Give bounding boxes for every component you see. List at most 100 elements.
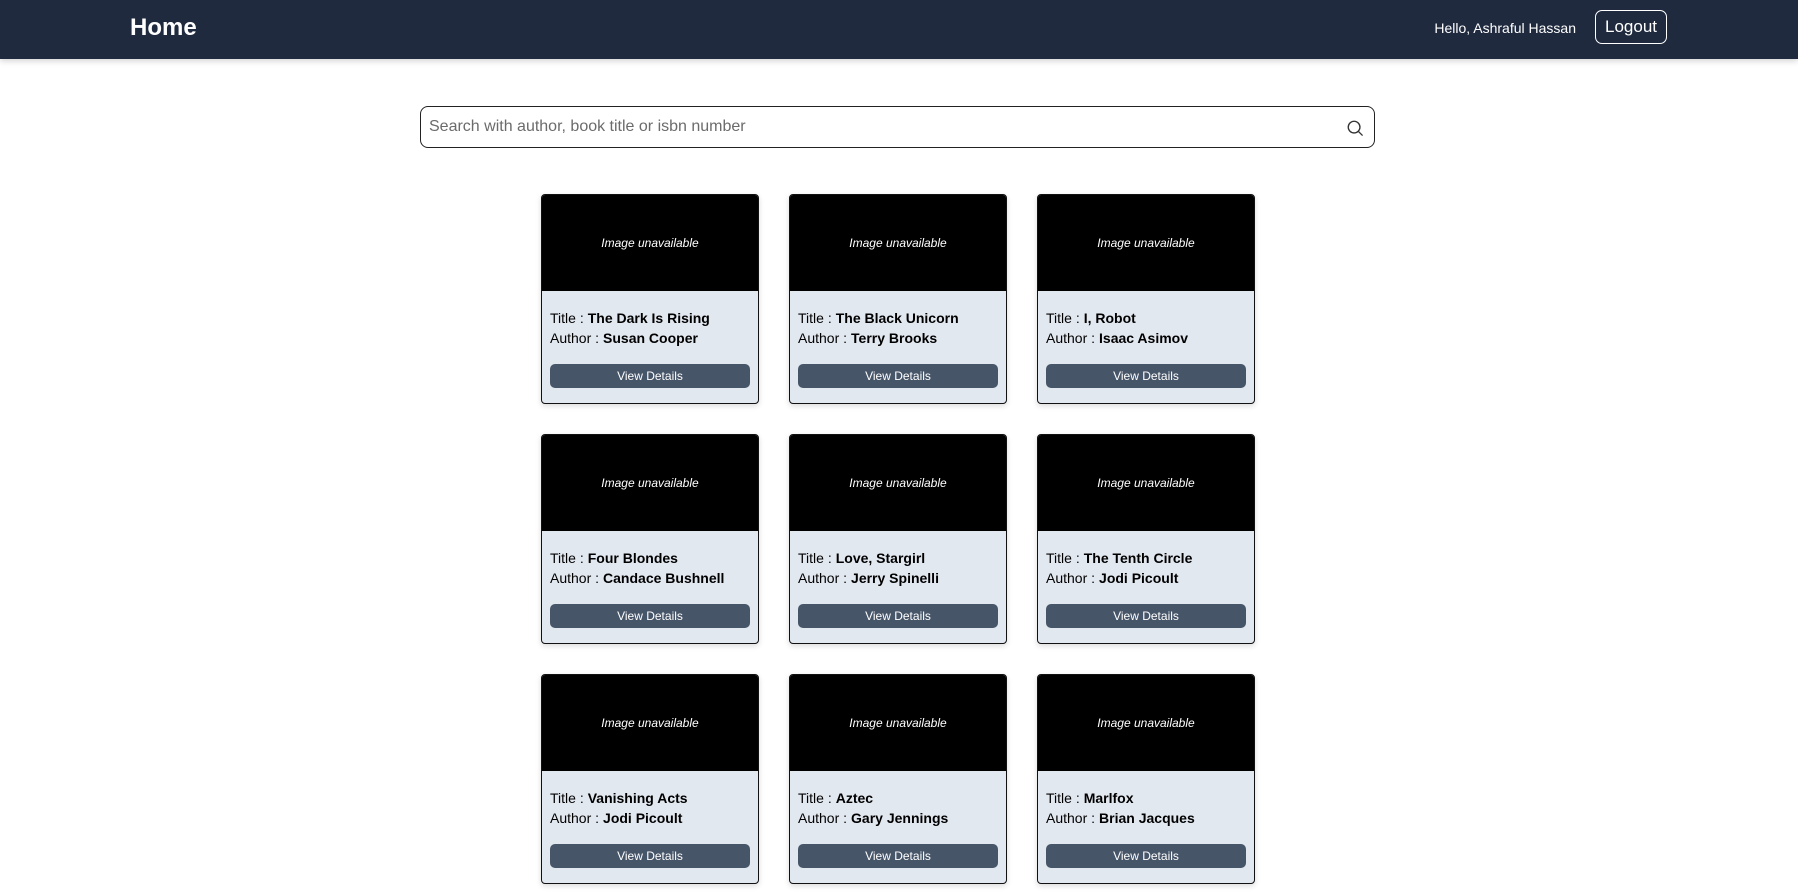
book-title: The Black Unicorn	[835, 310, 959, 326]
book-author-line: Author : Jodi Picoult	[1046, 568, 1246, 588]
book-cover-placeholder: Image unavailable	[1038, 435, 1254, 531]
book-author-line: Author : Jerry Spinelli	[798, 568, 998, 588]
search-bar	[420, 106, 1375, 148]
author-label: Author :	[550, 330, 600, 346]
view-details-button[interactable]: View Details	[550, 844, 750, 868]
title-label: Title :	[798, 550, 832, 566]
book-card: Image unavailable Title : Love, Stargirl …	[789, 434, 1007, 644]
book-card-body: Title : Vanishing Acts Author : Jodi Picou…	[542, 771, 758, 868]
book-author-line: Author : Jodi Picoult	[550, 808, 750, 828]
book-author: Jodi Picoult	[603, 810, 683, 826]
book-card-body: Title : The Dark Is Rising Author : Susan …	[542, 291, 758, 388]
image-unavailable-text: Image unavailable	[601, 236, 699, 250]
title-label: Title :	[550, 790, 584, 806]
book-title-line: Title : The Dark Is Rising	[550, 308, 750, 328]
home-link[interactable]: Home	[130, 14, 197, 42]
book-card: Image unavailable Title : I, Robot Author…	[1037, 194, 1255, 404]
book-card: Image unavailable Title : Vanishing Acts …	[541, 674, 759, 884]
book-cover-placeholder: Image unavailable	[542, 435, 758, 531]
book-author-line: Author : Susan Cooper	[550, 328, 750, 348]
book-cover-placeholder: Image unavailable	[1038, 675, 1254, 771]
book-title-line: Title : Four Blondes	[550, 548, 750, 568]
view-details-button[interactable]: View Details	[1046, 604, 1246, 628]
image-unavailable-text: Image unavailable	[849, 716, 947, 730]
title-label: Title :	[1046, 310, 1080, 326]
book-card-body: Title : Aztec Author : Gary Jennings View …	[790, 771, 1006, 868]
book-title: Four Blondes	[587, 550, 678, 566]
search-icon[interactable]	[1346, 119, 1364, 137]
image-unavailable-text: Image unavailable	[1097, 236, 1195, 250]
image-unavailable-text: Image unavailable	[1097, 476, 1195, 490]
book-author-line: Author : Brian Jacques	[1046, 808, 1246, 828]
book-title: Vanishing Acts	[587, 790, 688, 806]
author-label: Author :	[1046, 330, 1096, 346]
view-details-button[interactable]: View Details	[1046, 844, 1246, 868]
book-cover-placeholder: Image unavailable	[790, 435, 1006, 531]
book-title-line: Title : I, Robot	[1046, 308, 1246, 328]
book-title-line: Title : Marlfox	[1046, 788, 1246, 808]
book-title: Love, Stargirl	[835, 550, 926, 566]
book-card-body: Title : I, Robot Author : Isaac Asimov Vie…	[1038, 291, 1254, 388]
book-author: Brian Jacques	[1099, 810, 1195, 826]
book-title-line: Title : Love, Stargirl	[798, 548, 998, 568]
book-cover-placeholder: Image unavailable	[542, 195, 758, 291]
author-label: Author :	[798, 330, 848, 346]
title-label: Title :	[1046, 790, 1080, 806]
book-author-line: Author : Isaac Asimov	[1046, 328, 1246, 348]
logout-button[interactable]: Logout	[1595, 10, 1667, 44]
book-card: Image unavailable Title : The Black Unico…	[789, 194, 1007, 404]
book-title-line: Title : The Tenth Circle	[1046, 548, 1246, 568]
book-card-body: Title : Love, Stargirl Author : Jerry Spin…	[790, 531, 1006, 628]
title-label: Title :	[550, 550, 584, 566]
image-unavailable-text: Image unavailable	[849, 236, 947, 250]
book-author: Susan Cooper	[603, 330, 698, 346]
book-title: The Dark Is Rising	[587, 310, 710, 326]
book-author: Candace Bushnell	[603, 570, 725, 586]
view-details-button[interactable]: View Details	[798, 604, 998, 628]
book-author: Isaac Asimov	[1099, 330, 1189, 346]
view-details-button[interactable]: View Details	[798, 364, 998, 388]
title-label: Title :	[798, 790, 832, 806]
user-greeting: Hello, Ashraful Hassan	[1434, 20, 1576, 36]
author-label: Author :	[550, 570, 600, 586]
book-cover-placeholder: Image unavailable	[790, 675, 1006, 771]
image-unavailable-text: Image unavailable	[849, 476, 947, 490]
image-unavailable-text: Image unavailable	[601, 716, 699, 730]
book-title-line: Title : Aztec	[798, 788, 998, 808]
author-label: Author :	[798, 810, 848, 826]
image-unavailable-text: Image unavailable	[601, 476, 699, 490]
book-card: Image unavailable Title : The Tenth Circl…	[1037, 434, 1255, 644]
book-card-body: Title : Four Blondes Author : Candace Bush…	[542, 531, 758, 628]
author-label: Author :	[550, 810, 600, 826]
view-details-button[interactable]: View Details	[550, 604, 750, 628]
view-details-button[interactable]: View Details	[1046, 364, 1246, 388]
search-input[interactable]	[421, 107, 1374, 147]
book-author-line: Author : Candace Bushnell	[550, 568, 750, 588]
book-cover-placeholder: Image unavailable	[542, 675, 758, 771]
book-author: Gary Jennings	[851, 810, 949, 826]
book-card-body: Title : The Black Unicorn Author : Terry B…	[790, 291, 1006, 388]
image-unavailable-text: Image unavailable	[1097, 716, 1195, 730]
book-title: The Tenth Circle	[1083, 550, 1193, 566]
book-title-line: Title : The Black Unicorn	[798, 308, 998, 328]
book-title: Aztec	[835, 790, 874, 806]
author-label: Author :	[1046, 810, 1096, 826]
book-card: Image unavailable Title : Four Blondes Au…	[541, 434, 759, 644]
book-cover-placeholder: Image unavailable	[1038, 195, 1254, 291]
view-details-button[interactable]: View Details	[550, 364, 750, 388]
author-label: Author :	[1046, 570, 1096, 586]
top-navbar: Home Hello, Ashraful Hassan Logout	[0, 0, 1798, 59]
view-details-button[interactable]: View Details	[798, 844, 998, 868]
title-label: Title :	[1046, 550, 1080, 566]
title-label: Title :	[798, 310, 832, 326]
book-title: I, Robot	[1083, 310, 1136, 326]
book-title-line: Title : Vanishing Acts	[550, 788, 750, 808]
book-card: Image unavailable Title : The Dark Is Ris…	[541, 194, 759, 404]
book-title: Marlfox	[1083, 790, 1134, 806]
title-label: Title :	[550, 310, 584, 326]
book-author-line: Author : Gary Jennings	[798, 808, 998, 828]
book-cover-placeholder: Image unavailable	[790, 195, 1006, 291]
book-card-body: Title : Marlfox Author : Brian Jacques Vie…	[1038, 771, 1254, 868]
book-card: Image unavailable Title : Aztec Author :G…	[789, 674, 1007, 884]
book-grid: Image unavailable Title : The Dark Is Ris…	[541, 194, 1255, 884]
